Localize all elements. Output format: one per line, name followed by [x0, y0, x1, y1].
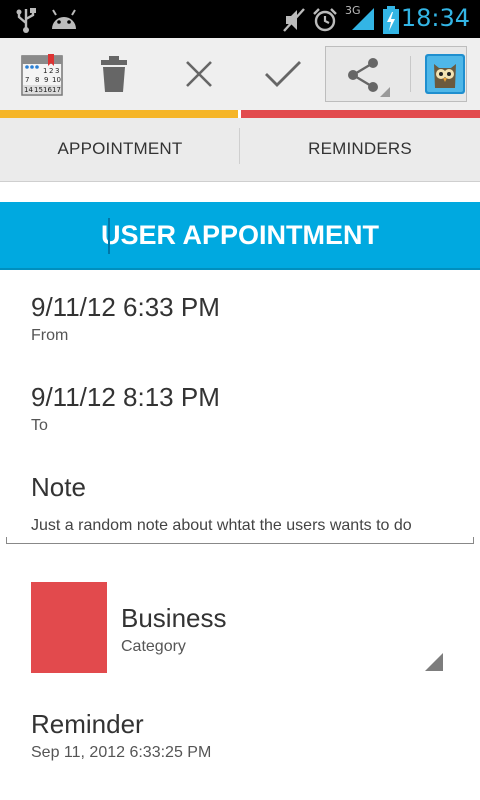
- title-input[interactable]: USER APPOINTMENT: [0, 202, 480, 270]
- appointment-tab-indicator: [0, 110, 238, 118]
- delete-icon: [101, 56, 127, 92]
- signal-icon: [352, 8, 374, 30]
- android-icon: [52, 9, 76, 29]
- reminders-tab-indicator: [241, 110, 480, 118]
- to-value: 9/11/12 8:13 PM: [31, 382, 220, 412]
- status-bar: 3G 18:34: [0, 0, 480, 38]
- tab-reminders[interactable]: REMINDERS: [240, 118, 480, 180]
- page-title: USER APPOINTMENT: [100, 219, 379, 250]
- clock-time: 18:34: [400, 4, 470, 32]
- note-text: Just a random note about whtat the users…: [31, 517, 412, 534]
- confirm-icon: [265, 61, 301, 87]
- calendar-icon-number: 7: [25, 76, 29, 84]
- app-owl-button[interactable]: [410, 38, 480, 110]
- to-label: To: [31, 417, 48, 434]
- reminder-value: Sep 11, 2012 6:33:25 PM: [31, 744, 212, 761]
- note-underline-tick: [473, 537, 474, 544]
- note-heading: Note: [31, 472, 86, 502]
- tab-bar: APPOINTMENT REMINDERS: [0, 118, 480, 182]
- app-owl-icon: [425, 54, 465, 94]
- dropdown-indicator-icon: [425, 653, 443, 671]
- calendar-icon: 1 2 3 7 8 9 10 14 15 16 17: [21, 54, 63, 96]
- tab-appointment[interactable]: APPOINTMENT: [0, 118, 240, 180]
- note-underline-tick: [6, 537, 7, 544]
- from-value: 9/11/12 6:33 PM: [31, 292, 220, 322]
- calendar-icon-number: 17: [52, 86, 61, 94]
- dropdown-indicator-icon: [380, 87, 390, 97]
- calendar-icon-number: 15: [34, 86, 43, 94]
- category-color-swatch: [31, 582, 107, 673]
- calendar-icon-number: 8: [35, 76, 39, 84]
- note-underline: [6, 543, 474, 544]
- mute-icon: [283, 8, 305, 32]
- calendar-icon-number: 1: [43, 67, 47, 75]
- share-icon: [348, 58, 378, 92]
- battery-icon: [383, 6, 399, 34]
- calendar-icon-number: 10: [52, 76, 61, 84]
- reminder-heading: Reminder: [31, 709, 144, 739]
- calendar-icon-number: 2: [49, 67, 53, 75]
- delete-button[interactable]: [72, 38, 156, 110]
- usb-icon: [16, 8, 36, 33]
- alarm-icon: [313, 8, 337, 32]
- category-value: Business: [121, 603, 227, 633]
- calendar-icon-number: 14: [24, 86, 33, 94]
- category-label: Category: [121, 638, 186, 655]
- cancel-button[interactable]: [157, 38, 241, 110]
- cancel-icon: [186, 61, 212, 87]
- calendar-icon-number: 9: [44, 76, 48, 84]
- calendar-icon-number: 3: [55, 67, 59, 75]
- action-bar: 1 2 3 7 8 9 10 14 15 16 17: [0, 38, 480, 110]
- confirm-button[interactable]: [241, 38, 325, 110]
- from-label: From: [31, 327, 69, 344]
- text-cursor: [108, 218, 110, 254]
